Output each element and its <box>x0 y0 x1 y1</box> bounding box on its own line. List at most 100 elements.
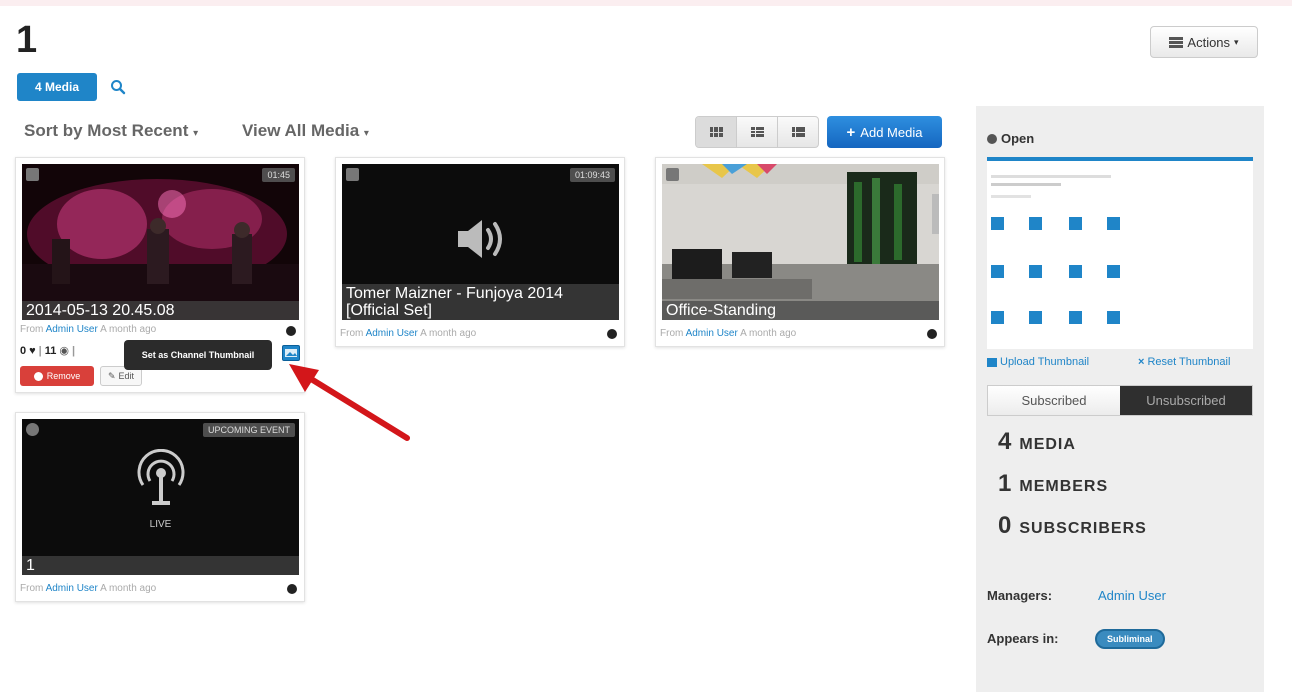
stat-members-count: 1 <box>998 470 1012 497</box>
stat-members-label: MEMBERS <box>1019 478 1109 495</box>
search-icon[interactable] <box>110 79 126 95</box>
media-title[interactable]: 2014-05-13 20.45.08 <box>22 301 299 320</box>
media-card[interactable]: 01:09:43 Tomer Maizner - Funjoya 2014 [O… <box>335 157 625 347</box>
views-count: 11 <box>44 344 57 357</box>
media-card[interactable]: Office-Standing From Admin User A month … <box>655 157 945 347</box>
concert-image <box>22 164 299 320</box>
eye-icon: ◉ <box>59 345 69 357</box>
live-type-icon <box>26 423 39 436</box>
remove-button[interactable]: Remove <box>20 366 94 386</box>
media-thumbnail[interactable]: 01:09:43 Tomer Maizner - Funjoya 2014 [O… <box>342 164 619 320</box>
media-thumbnail[interactable]: 01:45 2014-05-13 20.45.08 <box>22 164 299 320</box>
media-stats: 0 ♥ | 11 ◉ | <box>20 344 76 358</box>
edit-label: Edit <box>118 371 135 381</box>
page-title: 1 <box>16 19 38 61</box>
author-link[interactable]: Admin User <box>366 328 418 339</box>
stat-media-label: MEDIA <box>1019 436 1076 453</box>
timestamp: A month ago <box>100 583 157 594</box>
view-filter-label: View All Media <box>242 121 360 140</box>
more-options-icon[interactable] <box>287 584 297 594</box>
audio-type-icon <box>346 168 359 181</box>
more-options-icon[interactable] <box>607 329 617 339</box>
heart-icon[interactable]: ♥ <box>29 345 36 357</box>
reset-thumbnail-link[interactable]: × Reset Thumbnail <box>1138 356 1230 368</box>
list-view-button[interactable] <box>778 117 818 147</box>
live-label: LIVE <box>149 519 172 530</box>
privacy-status: Open <box>987 131 1034 146</box>
list-thumb-icon <box>750 127 764 137</box>
from-label: From <box>20 324 44 335</box>
media-thumbnail[interactable]: Office-Standing <box>662 164 939 320</box>
video-type-icon <box>26 168 39 181</box>
stat-media: 4 MEDIA <box>998 428 1076 456</box>
timestamp: A month ago <box>740 328 797 339</box>
media-thumbnail[interactable]: UPCOMING EVENT LIVE 1 <box>22 419 299 575</box>
media-title[interactable]: Office-Standing <box>662 301 939 320</box>
duration-badge: 01:09:43 <box>569 168 615 182</box>
image-icon <box>987 357 997 367</box>
detailed-view-button[interactable] <box>737 117 778 147</box>
timestamp: A month ago <box>420 328 477 339</box>
media-title[interactable]: 1 <box>22 556 299 575</box>
more-options-icon[interactable] <box>927 329 937 339</box>
broadcast-icon <box>137 449 185 505</box>
likes-count: 0 <box>20 344 27 357</box>
actions-label: Actions <box>1187 34 1231 50</box>
more-options-icon[interactable] <box>286 326 296 336</box>
globe-icon <box>987 133 997 144</box>
subscription-toggle: Subscribed Unsubscribed <box>987 385 1253 416</box>
list-icon <box>1169 36 1184 48</box>
set-thumbnail-icon[interactable] <box>282 345 300 361</box>
channel-thumbnail[interactable] <box>987 157 1253 349</box>
stat-subscribers-label: SUBSCRIBERS <box>1019 520 1147 537</box>
remove-label: Remove <box>46 371 81 381</box>
office-image <box>662 164 939 320</box>
grid-icon <box>709 127 723 137</box>
stat-media-count: 4 <box>998 428 1012 455</box>
top-border <box>0 0 1292 6</box>
from-label: From <box>660 328 684 339</box>
event-badge: UPCOMING EVENT <box>202 423 295 437</box>
media-meta: From Admin User A month ago <box>20 583 156 594</box>
sort-label: Sort by Most Recent <box>24 121 189 140</box>
minus-circle-icon <box>33 371 43 381</box>
manager-link[interactable]: Admin User <box>1098 588 1166 603</box>
appears-in-label: Appears in: <box>987 631 1059 646</box>
stat-subscribers-count: 0 <box>998 512 1012 539</box>
author-link[interactable]: Admin User <box>686 328 738 339</box>
caret-down-icon: ▾ <box>193 128 199 139</box>
author-link[interactable]: Admin User <box>46 583 98 594</box>
from-label: From <box>20 583 44 594</box>
privacy-label: Open <box>1001 131 1035 146</box>
plus-icon: + <box>846 123 856 141</box>
sort-dropdown[interactable]: Sort by Most Recent ▾ <box>24 121 198 141</box>
media-card[interactable]: UPCOMING EVENT LIVE 1 From Admin User A … <box>15 412 305 602</box>
from-label: From <box>340 328 364 339</box>
add-media-label: Add Media <box>860 124 923 140</box>
subscribed-button[interactable]: Subscribed <box>988 386 1120 415</box>
caret-down-icon: ▾ <box>1234 36 1239 47</box>
grid-view-button[interactable] <box>696 117 737 147</box>
speaker-icon <box>458 220 502 258</box>
caret-down-icon: ▾ <box>363 128 369 139</box>
upload-thumbnail-link[interactable]: Upload Thumbnail <box>987 356 1089 368</box>
timestamp: A month ago <box>100 324 157 335</box>
author-link[interactable]: Admin User <box>46 324 98 335</box>
view-filter-dropdown[interactable]: View All Media ▾ <box>242 121 369 141</box>
upload-thumbnail-label: Upload Thumbnail <box>1000 356 1090 368</box>
list-icon <box>791 127 805 137</box>
stat-members: 1 MEMBERS <box>998 470 1108 498</box>
stat-subscribers: 0 SUBSCRIBERS <box>998 512 1147 540</box>
media-meta: From Admin User A month ago <box>660 328 796 339</box>
close-icon: × <box>1138 356 1145 368</box>
add-media-button[interactable]: + Add Media <box>827 116 942 148</box>
tooltip: Set as Channel Thumbnail <box>124 340 272 370</box>
media-meta: From Admin User A month ago <box>20 324 156 335</box>
unsubscribed-button[interactable]: Unsubscribed <box>1120 386 1252 415</box>
view-mode-group <box>695 116 819 148</box>
tab-media[interactable]: 4 Media <box>17 73 97 101</box>
image-type-icon <box>666 168 679 181</box>
category-badge[interactable]: Subliminal <box>1095 629 1165 649</box>
media-title[interactable]: Tomer Maizner - Funjoya 2014 [Official S… <box>342 284 619 320</box>
actions-button[interactable]: Actions ▾ <box>1150 26 1258 58</box>
